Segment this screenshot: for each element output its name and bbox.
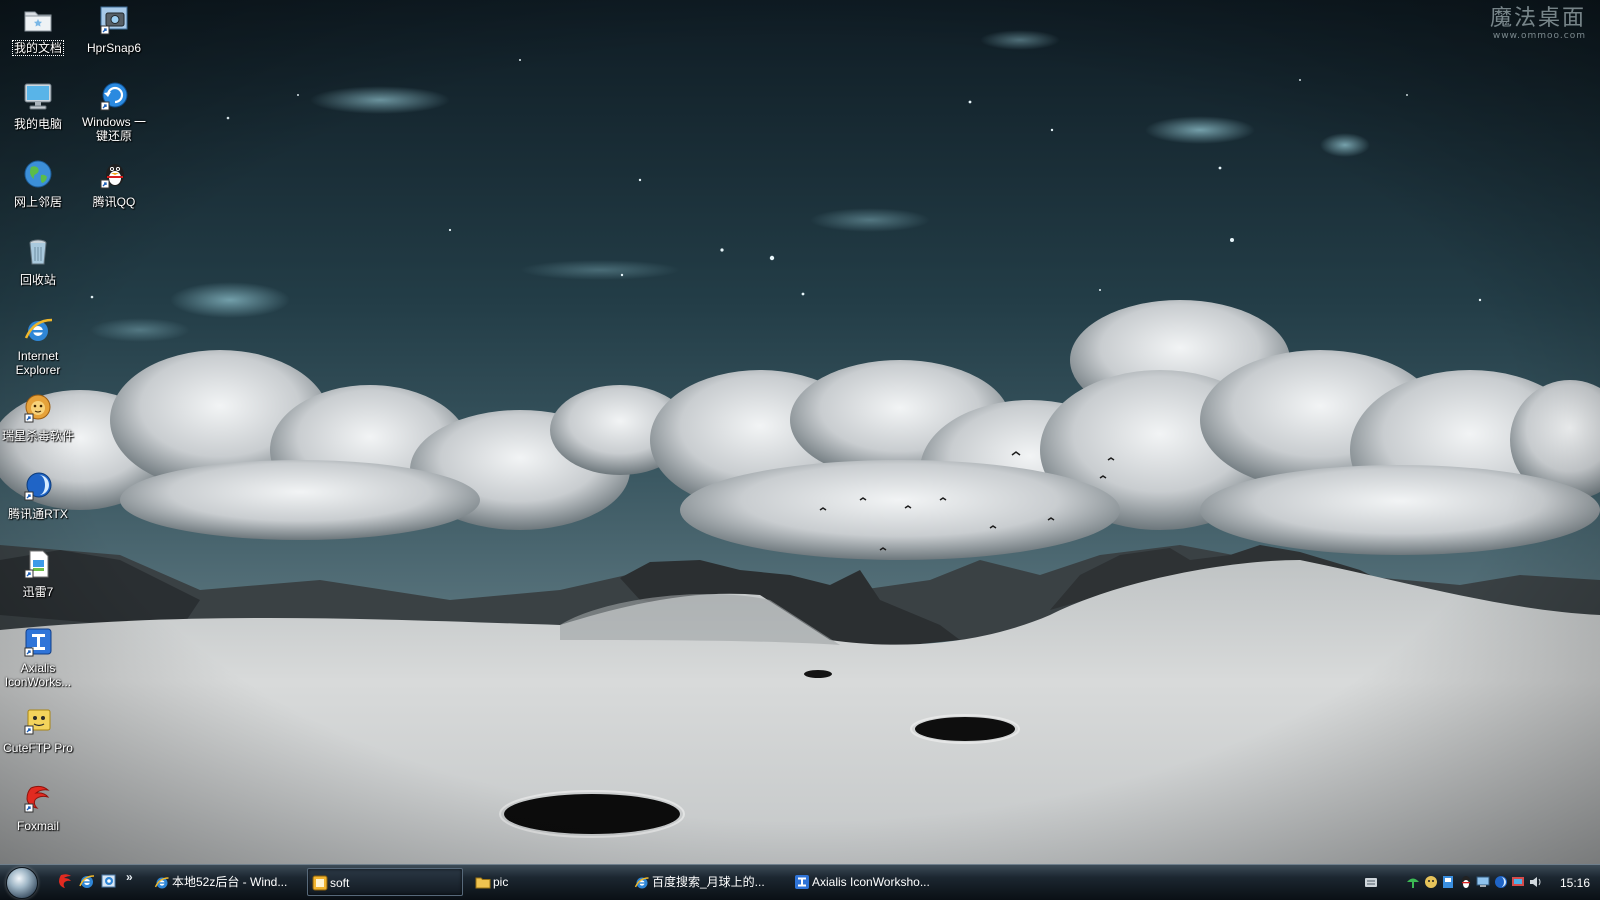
desktop-icon-label: 瑞星杀毒软件 (1, 429, 74, 443)
task-label: Axialis IconWorksho... (812, 875, 930, 889)
axialis-icon (795, 875, 809, 889)
task-label: soft (330, 876, 350, 890)
desktop-icon-onekey-restore[interactable]: Windows 一键还原 (76, 80, 152, 145)
internet-explorer-icon (24, 318, 53, 341)
recycle-bin-icon (29, 239, 47, 265)
app-tray-icon[interactable] (1441, 875, 1455, 889)
monitor-tray-icon[interactable] (1511, 875, 1525, 889)
desktop-icon-cuteftp[interactable]: CuteFTP Pro (0, 704, 76, 757)
desktop-icon-label: Foxmail (16, 819, 59, 833)
globe-network-icon (24, 160, 52, 188)
rtx-tray-icon[interactable] (1494, 875, 1508, 889)
restore-globe-icon (100, 82, 128, 111)
cuteftp-icon (24, 709, 51, 735)
task-label: 百度搜索_月球上的... (652, 875, 765, 889)
desktop-icon-label: 腾讯通RTX (8, 507, 68, 521)
hypersnap-camera-icon (100, 6, 128, 35)
desktop-icon-internet-explorer[interactable]: Internet Explorer (0, 314, 76, 379)
desktop-icon-foxmail[interactable]: Foxmail (0, 782, 76, 835)
qq-penguin-icon (100, 164, 124, 189)
wallpaper-watermark: 魔法桌面 www.ommoo.com (1490, 8, 1586, 41)
foxmail-quicklaunch-icon[interactable] (56, 872, 74, 890)
start-button[interactable] (6, 867, 38, 899)
rtx-messenger-icon (24, 472, 52, 501)
desktop-icon-thunder[interactable]: 迅雷7 (0, 548, 76, 601)
ie-icon (634, 877, 649, 889)
wallpaper (0, 0, 1600, 864)
watermark-site: www.ommoo.com (1492, 31, 1586, 41)
folder-icon (475, 877, 491, 889)
desktop-icon-label: HprSnap6 (86, 41, 142, 55)
folder-icon (312, 875, 328, 891)
computer-monitor-icon (24, 83, 52, 110)
clock[interactable]: 15:16 (1560, 865, 1590, 901)
keyboard-icon[interactable] (1365, 878, 1377, 887)
desktop-icon-rising-antivirus[interactable]: 瑞星杀毒软件 (0, 392, 76, 445)
desktop-icon-my-computer[interactable]: 我的电脑 (0, 80, 76, 133)
taskbar-task-1[interactable]: soft (307, 868, 463, 896)
task-label: 本地52z后台 - Wind... (172, 875, 288, 889)
lion-shield-icon (24, 394, 51, 423)
desktop-icon-label: Axialis IconWorks... (4, 661, 72, 689)
desktop-icon-label: CuteFTP Pro (3, 741, 73, 755)
watermark-title: 魔法桌面 (1489, 6, 1586, 31)
taskbar-task-3[interactable]: 百度搜索_月球上的... (630, 868, 780, 896)
desktop-icon-network-places[interactable]: 网上邻居 (0, 158, 76, 211)
desktop-icon-qq[interactable]: 腾讯QQ (76, 158, 152, 211)
taskbar-task-4[interactable]: Axialis IconWorksho... (790, 868, 945, 896)
quick-launch-more[interactable]: » (126, 870, 133, 884)
mascot-tray-icon[interactable] (1424, 875, 1438, 889)
task-label: pic (493, 875, 509, 889)
desktop-icon-label: 我的电脑 (13, 117, 62, 131)
taskbar-task-2[interactable]: pic (471, 868, 621, 896)
desktop-icon-label: 回收站 (19, 273, 56, 287)
thunder-download-icon (24, 550, 49, 579)
desktop-icon-label: 我的文档 (11, 40, 65, 56)
network-tray-icon[interactable] (1406, 875, 1420, 889)
desktop-icon-recycle-bin[interactable]: 回收站 (0, 236, 76, 289)
desktop-icon-rtx[interactable]: 腾讯通RTX (0, 470, 76, 523)
qq-tray-icon[interactable] (1459, 875, 1473, 889)
desktop-icon-label: Windows 一键还原 (81, 115, 146, 143)
taskbar-task-0[interactable]: 本地52z后台 - Wind... (150, 868, 300, 896)
desktop-icon-my-documents[interactable]: 我的文档 (0, 4, 76, 57)
volume-tray-icon[interactable] (1528, 875, 1542, 889)
ie-icon (154, 877, 169, 889)
my-documents-icon (24, 11, 52, 32)
foxmail-icon (24, 785, 50, 813)
ie-quicklaunch-icon[interactable] (78, 872, 96, 890)
desktop-icon-label: Internet Explorer (15, 349, 61, 377)
desktop[interactable]: 魔法桌面 www.ommoo.com 我的文档 我的电脑 网上邻居 回收站 In… (0, 0, 1600, 864)
desktop-icon-label: 腾讯QQ (92, 195, 136, 209)
desktop-icon-label: 网上邻居 (13, 195, 62, 209)
taskbar: » 本地52z后台 - Wind... soft pic 百度搜索_月球上的..… (0, 864, 1600, 900)
ie-alt-quicklaunch-icon[interactable] (100, 872, 118, 890)
computer-tray-icon[interactable] (1476, 875, 1490, 889)
desktop-icon-label: 迅雷7 (22, 585, 54, 599)
desktop-icon-hyper-snap[interactable]: HprSnap6 (76, 4, 152, 57)
desktop-icon-axialis[interactable]: Axialis IconWorks... (0, 626, 76, 691)
axialis-icon (24, 628, 52, 657)
